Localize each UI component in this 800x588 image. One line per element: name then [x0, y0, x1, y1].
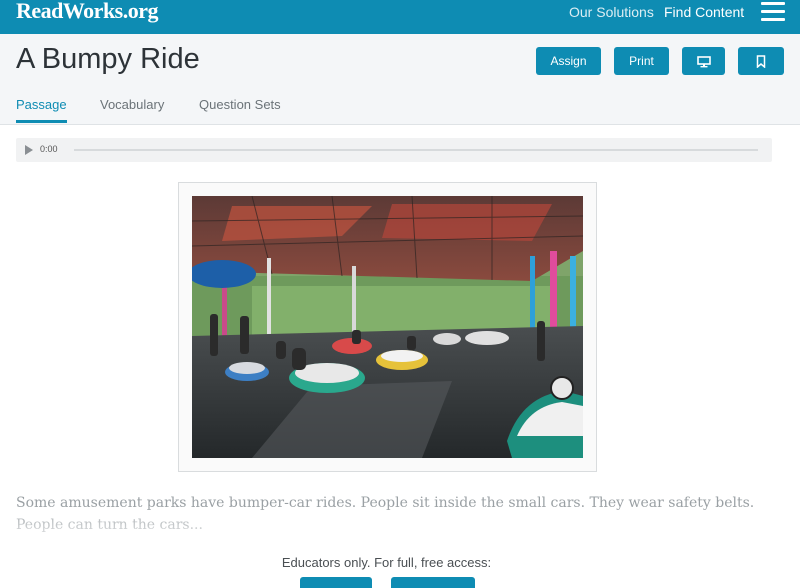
page-title: A Bumpy Ride — [16, 43, 200, 75]
text-fade-overlay — [0, 505, 800, 545]
play-icon[interactable] — [25, 145, 33, 155]
tab-question-sets[interactable]: Question Sets — [199, 97, 281, 112]
article-header: A Bumpy Ride Assign Print Passage Vocabu… — [0, 34, 800, 125]
menu-line — [761, 18, 785, 21]
top-navigation-bar: ReadWorks.org Our Solutions Find Content — [0, 0, 800, 34]
passage-image-frame — [178, 182, 597, 472]
active-tab-indicator — [16, 120, 67, 123]
audio-player: 0:00 — [16, 138, 772, 162]
menu-line — [761, 10, 785, 13]
bookmark-icon — [756, 55, 766, 69]
tab-vocabulary[interactable]: Vocabulary — [100, 97, 164, 112]
bookmark-button[interactable] — [738, 47, 784, 75]
gate-secondary-button[interactable] — [391, 577, 475, 588]
hamburger-icon[interactable] — [761, 2, 785, 22]
tab-passage[interactable]: Passage — [16, 97, 67, 112]
audio-progress-track[interactable] — [74, 149, 758, 151]
monitor-icon — [696, 56, 711, 68]
projector-view-button[interactable] — [682, 47, 725, 75]
assign-button[interactable]: Assign — [536, 47, 601, 75]
print-button[interactable]: Print — [614, 47, 669, 75]
menu-line — [761, 2, 785, 5]
bumper-cars-photo — [192, 196, 583, 458]
readworks-logo[interactable]: ReadWorks.org — [16, 0, 159, 24]
access-gate-message: Educators only. For full, free access: — [281, 555, 492, 570]
nav-our-solutions[interactable]: Our Solutions — [569, 4, 654, 20]
nav-find-content[interactable]: Find Content — [664, 4, 744, 20]
audio-time: 0:00 — [40, 144, 58, 154]
gate-primary-button[interactable] — [300, 577, 372, 588]
